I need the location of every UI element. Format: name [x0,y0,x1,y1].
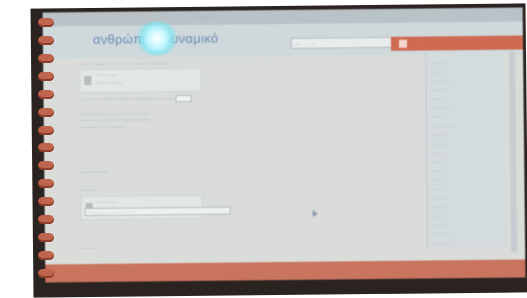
inline-input[interactable] [175,94,192,103]
vertical-scrollbar[interactable] [509,51,518,252]
search-placeholder: ... [295,40,301,47]
binding-ring [38,71,54,81]
binding-ring [38,89,54,99]
binding-ring [38,107,54,117]
binding-ring [38,250,54,260]
file-name: ········ ··· [97,199,118,206]
sidebar-item[interactable]: ········ ·· · [434,240,453,245]
section-label: ········· [80,187,96,195]
binding-ring [38,35,54,45]
file-icon [84,76,92,86]
sidebar-item[interactable]: ······· [432,69,443,74]
sidebar-item[interactable]: ········ [433,168,445,173]
sidebar-item[interactable]: ········ [434,222,446,227]
sidebar-item[interactable]: ····· [433,177,441,182]
binding-ring [38,233,54,243]
menu-icon[interactable] [398,39,407,48]
binding-ring [38,161,54,171]
binding-ring [38,215,54,225]
binding-ring [38,53,54,63]
search-button[interactable]: → [310,40,315,46]
file-name: ········ ···· [96,72,118,79]
sidebar-item[interactable]: ···· ·· ····· [432,78,451,83]
header-accent-label: · · · [412,40,421,47]
binding-ring [38,125,54,135]
topbar-text: · · · · · · · · [192,14,221,21]
binding-ring [38,197,54,207]
sidebar-item[interactable]: ······ [433,159,442,164]
sidebar-item[interactable]: ······· [434,204,445,209]
sidebar-item[interactable]: ······ ····· [434,231,452,236]
sidebar: ········· ······· ···· ·· ····· ········… [425,51,507,248]
binding-ring [38,143,54,153]
sidebar-item[interactable]: ········ [433,132,445,137]
sidebar-item[interactable]: ······ [433,186,442,191]
sidebar-item[interactable]: ········· [432,60,446,65]
content-line-text: ·· · ··· ·· · ······· ··· ······ ·· ····… [79,95,175,103]
sidebar-item[interactable]: ········· [433,141,447,146]
sidebar-item[interactable]: ······· [433,150,444,155]
sidebar-item[interactable]: ········· [432,87,446,92]
projected-screen: · · · · · · · · ανθρώπινο δυναμικό ... →… [42,7,526,283]
sidebar-item[interactable]: ······ [432,96,441,101]
sidebar-item[interactable]: ······· [433,114,444,119]
sidebar-item[interactable]: ········ [434,195,446,200]
content-line: ·· ··· ·· ······ ··· · ··· ·· ·· ·······… [79,61,169,69]
content-line: ·· · ··· ·· · ······· ··· ······ ·· ····… [79,94,192,103]
search-input[interactable]: ... → [290,36,401,49]
main-content: ·· ··· ·· ······ ··· · ··· ·· ·· ·······… [79,57,421,281]
file-attachment[interactable]: ········ ···· ······· ········ [79,67,202,94]
sidebar-item[interactable]: ····· [434,213,442,218]
binding-ring [38,268,54,278]
file-download-link[interactable]: ······· ········ [96,81,122,87]
content-line: ···· ·· ··· ······ ···· ·· ···· ······ ·… [79,117,151,125]
binding-ring [38,18,54,27]
section-label: ········ [81,245,95,253]
text-input[interactable]: ···· ········ ········ ··· ·· ·· [84,206,231,217]
binding-ring [38,179,54,189]
header-accent-bar: · · · [390,35,526,51]
sidebar-item[interactable]: ········ ·· ··· [433,123,455,128]
content-line: ········· ········ [80,169,111,177]
notebook-binding [38,18,56,278]
sidebar-item[interactable]: ········· ··· [433,105,452,110]
content-link[interactable]: ·········· ·· ·· ·· ········ [80,125,126,131]
